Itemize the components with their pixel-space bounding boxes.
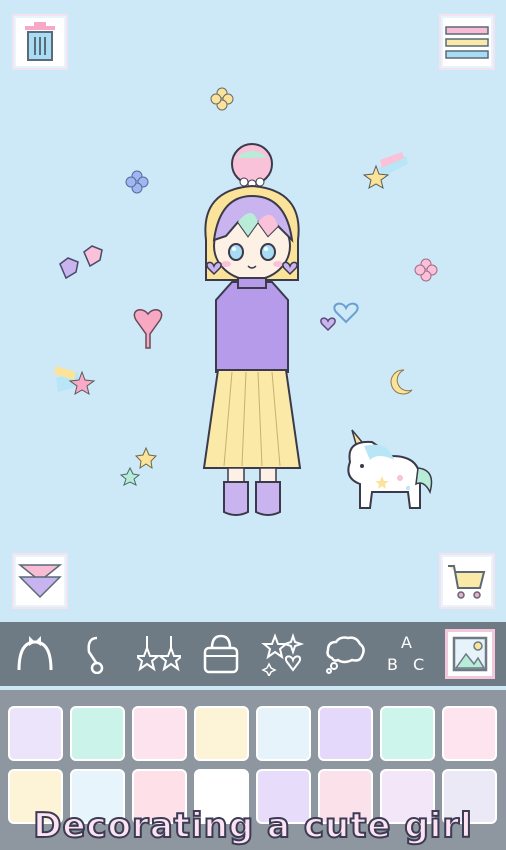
caption-text: Decorating a cute girl xyxy=(32,805,473,847)
star-sticker xyxy=(134,446,158,470)
category-toolbar: A B C xyxy=(0,622,506,686)
background-swatch[interactable] xyxy=(8,706,63,761)
tool-text[interactable]: A B C xyxy=(383,630,431,678)
tool-sparkle-effects[interactable] xyxy=(259,630,307,678)
text-abc-icon: A B C xyxy=(387,633,424,674)
star-sticker xyxy=(119,466,141,486)
background-swatch[interactable] xyxy=(194,706,249,761)
background-image-icon xyxy=(452,636,488,672)
shooting-star-sticker xyxy=(362,152,408,190)
headband-icon xyxy=(17,636,53,671)
unicorn-sticker xyxy=(347,429,433,509)
background-swatch[interactable] xyxy=(70,706,125,761)
tool-dangle-earrings[interactable] xyxy=(135,630,183,678)
flower-sticker xyxy=(125,170,149,194)
background-swatch[interactable] xyxy=(132,706,187,761)
tool-handbag[interactable] xyxy=(197,630,245,678)
tool-background[interactable] xyxy=(445,629,495,679)
tool-earring[interactable] xyxy=(73,630,121,678)
flower-sticker xyxy=(414,258,438,282)
earring-icon xyxy=(87,636,104,674)
background-swatch[interactable] xyxy=(380,706,435,761)
heart-sticker xyxy=(320,302,359,332)
dangle-earrings-icon xyxy=(137,636,181,672)
shooting-star-sticker xyxy=(54,366,96,396)
sparkle-effects-icon xyxy=(261,632,305,676)
handbag-icon xyxy=(203,634,239,674)
svg-text:A: A xyxy=(401,633,412,652)
thought-bubble-icon xyxy=(326,636,365,674)
moon-sticker xyxy=(390,369,413,395)
background-palette: Decorating a cute girl xyxy=(0,690,506,850)
gem-sticker xyxy=(59,245,103,280)
dripping-heart-sticker xyxy=(133,309,163,349)
tool-thought-bubble[interactable] xyxy=(321,630,369,678)
svg-text:B: B xyxy=(387,655,398,674)
background-swatch[interactable] xyxy=(442,706,497,761)
tool-headband[interactable] xyxy=(11,630,59,678)
svg-text:C: C xyxy=(413,655,424,674)
sticker-layer xyxy=(54,87,438,516)
dressup-stage xyxy=(0,0,506,620)
background-swatch[interactable] xyxy=(318,706,373,761)
background-swatch[interactable] xyxy=(256,706,311,761)
doll-character xyxy=(202,143,302,516)
flower-sticker xyxy=(210,87,234,111)
